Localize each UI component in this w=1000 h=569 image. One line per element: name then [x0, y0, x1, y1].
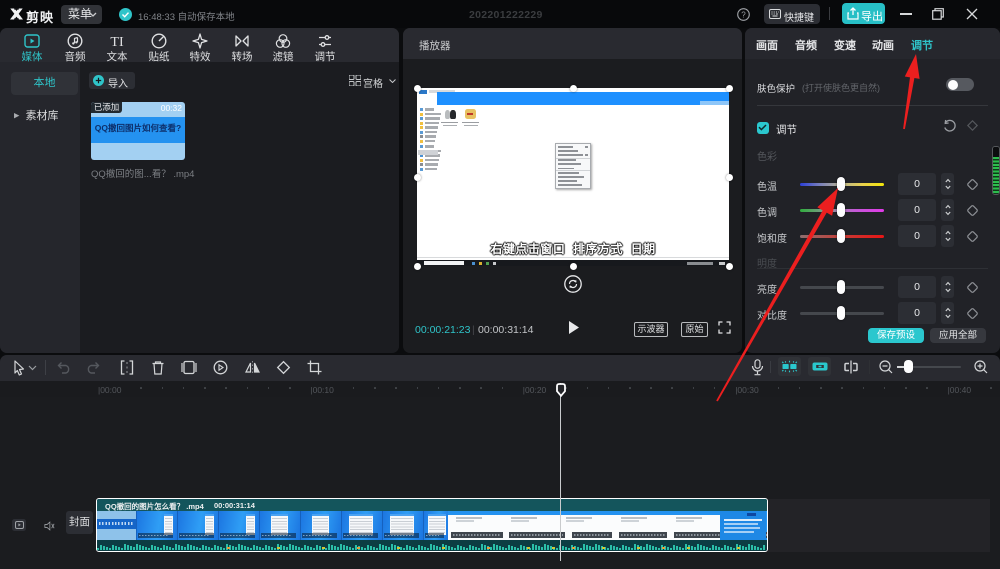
svg-text:?: ?: [741, 10, 746, 19]
svg-text:TI: TI: [110, 35, 124, 49]
